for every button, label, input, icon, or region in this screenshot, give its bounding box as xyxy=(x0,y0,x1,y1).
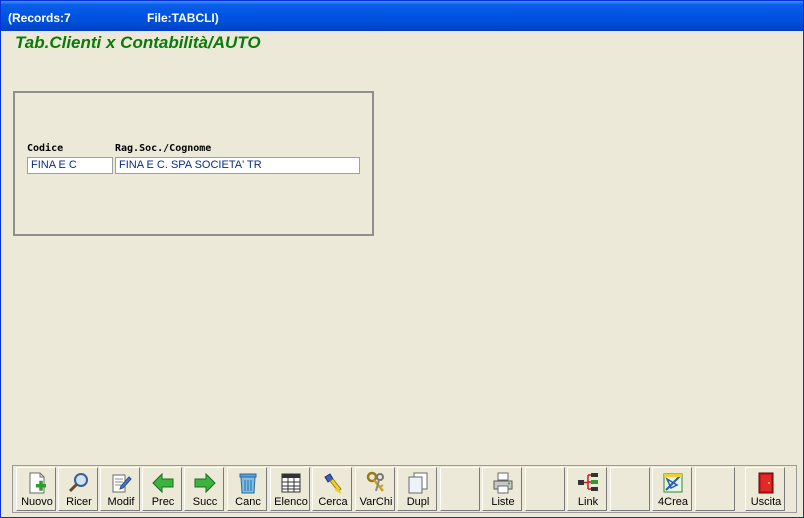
dupl-button[interactable]: Dupl xyxy=(397,467,437,511)
codice-label: Codice xyxy=(27,143,64,154)
cerca-button[interactable]: Cerca xyxy=(312,467,352,511)
new-document-icon xyxy=(29,472,46,494)
list-grid-icon xyxy=(281,473,301,493)
empty-button-1[interactable] xyxy=(440,467,480,511)
printer-icon xyxy=(493,472,513,494)
link-tree-icon xyxy=(578,473,598,491)
button-label: Canc xyxy=(235,496,261,508)
design-tools-icon xyxy=(663,473,683,493)
records-count: (Records:7 xyxy=(8,11,71,25)
varchi-button[interactable]: VarChi xyxy=(355,467,395,511)
duplicate-icon xyxy=(408,472,428,494)
prec-button[interactable]: Prec xyxy=(142,467,182,511)
empty-button-2[interactable] xyxy=(525,467,565,511)
button-label: Uscita xyxy=(750,496,782,508)
file-name: File:TABCLI) xyxy=(147,11,219,25)
modif-button[interactable]: Modif xyxy=(100,467,140,511)
title-bar: (Records:7 File:TABCLI) xyxy=(1,1,803,31)
ricer-button[interactable]: Ricer xyxy=(58,467,98,511)
link-button[interactable]: Link xyxy=(567,467,607,511)
button-label: Cerca xyxy=(318,496,348,508)
button-label: 4Crea xyxy=(658,496,688,508)
liste-button[interactable]: Liste xyxy=(482,467,522,511)
elenco-button[interactable]: Elenco xyxy=(270,467,310,511)
button-label: Modif xyxy=(107,496,135,508)
arrow-left-icon xyxy=(152,472,174,494)
form-title: Tab.Clienti x Contabilità/AUTO xyxy=(15,33,261,52)
button-label: Succ xyxy=(192,496,218,508)
button-label: VarChi xyxy=(359,496,393,508)
uscita-button[interactable]: Uscita xyxy=(745,467,785,511)
keys-icon xyxy=(366,471,384,492)
arrow-right-icon xyxy=(194,472,216,494)
button-label: Ricer xyxy=(66,496,92,508)
succ-button[interactable]: Succ xyxy=(184,467,224,511)
empty-button-3[interactable] xyxy=(610,467,650,511)
button-label: Liste xyxy=(491,496,515,508)
button-label: Prec xyxy=(151,496,175,508)
main-window: (Records:7 File:TABCLI) Tab.Clienti x Co… xyxy=(0,0,804,518)
empty-button-4[interactable] xyxy=(695,467,735,511)
button-label: Dupl xyxy=(406,496,430,508)
nuovo-button[interactable]: Nuovo xyxy=(16,467,56,511)
rag-soc-field[interactable]: FINA E C. SPA SOCIETA' TR xyxy=(115,157,360,174)
button-label: Link xyxy=(577,496,599,508)
4crea-button[interactable]: 4Crea xyxy=(652,467,692,511)
edit-document-icon xyxy=(112,474,132,493)
rag-soc-label: Rag.Soc./Cognome xyxy=(115,143,212,154)
codice-field[interactable]: FINA E C xyxy=(27,157,113,174)
button-label: Elenco xyxy=(274,496,308,508)
button-label: Nuovo xyxy=(21,496,53,508)
exit-door-icon xyxy=(758,472,774,494)
flashlight-icon xyxy=(324,473,342,494)
trash-icon xyxy=(239,473,257,494)
canc-button[interactable]: Canc xyxy=(227,467,267,511)
magnifier-icon xyxy=(68,473,88,493)
